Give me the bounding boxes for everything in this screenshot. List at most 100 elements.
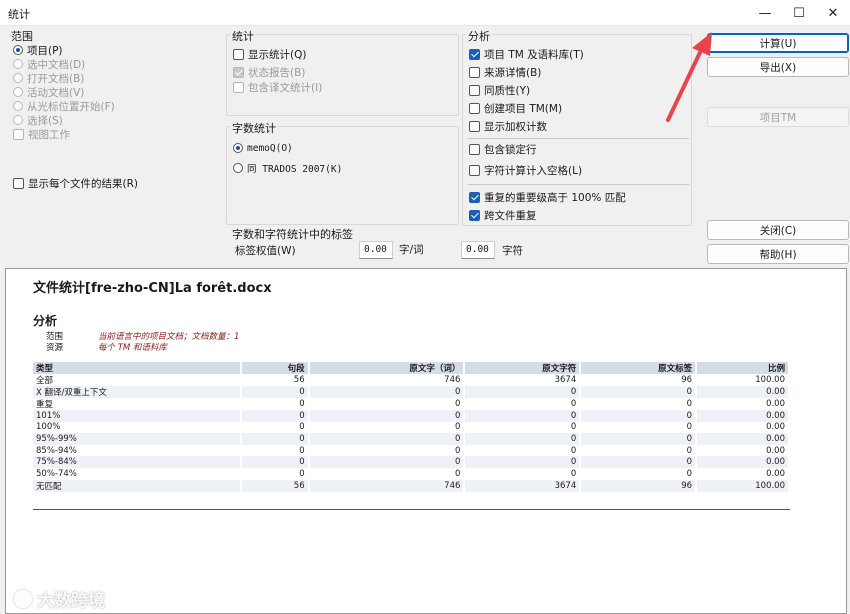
- table-cell: 0: [240, 398, 310, 410]
- table-cell: X 翻译/双重上下文: [33, 386, 242, 398]
- report-panel[interactable]: 文件统计[fre-zho-CN]La forêt.docx 分析 范围 当前语言…: [5, 268, 847, 614]
- analysis-count-spaces-checkbox[interactable]: 字符计算计入空格(L): [469, 163, 582, 177]
- table-cell: 0: [240, 456, 310, 468]
- table-header-row: 类型 句段 原文字（词） 原文字符 原文标签 比例: [33, 362, 790, 374]
- view-work-checkbox[interactable]: 视图工作: [13, 127, 70, 141]
- col-source-words: 原文字（词）: [308, 362, 466, 374]
- scope-option-open-docs[interactable]: 打开文档(B): [13, 71, 84, 85]
- help-button[interactable]: 帮助(H): [707, 244, 849, 264]
- table-cell: 0.00: [696, 433, 790, 445]
- tag-weight-unit: 字/词: [399, 244, 424, 256]
- analysis-cross-file-repetition-checkbox[interactable]: 跨文件重复: [469, 208, 537, 222]
- scope-option-project[interactable]: 项目(P): [13, 43, 63, 57]
- table-cell: 0: [580, 444, 698, 457]
- checkbox-view-work-icon[interactable]: [13, 128, 24, 140]
- show-stats-checkbox[interactable]: 显示统计(Q): [233, 47, 306, 61]
- tag-char-unit: 字符: [502, 245, 523, 257]
- table-cell: 0.00: [696, 386, 790, 398]
- col-source-chars: 原文字符: [464, 362, 582, 374]
- radio-open-docs-icon[interactable]: [13, 73, 23, 83]
- analysis-source-details-checkbox[interactable]: 来源详情(B): [469, 65, 541, 79]
- analysis-create-tm-checkbox[interactable]: 创建项目 TM(M): [469, 101, 562, 115]
- wordcount-memoq-radio[interactable]: memoQ(O): [233, 141, 293, 155]
- calculate-button[interactable]: 计算(U): [707, 33, 849, 53]
- checkbox-per-file-icon[interactable]: [13, 177, 24, 189]
- tags-title: 字数和字符统计中的标签: [230, 226, 355, 242]
- table-cell: 746: [308, 479, 466, 492]
- checkbox-locked-rows-icon[interactable]: [469, 143, 480, 155]
- tag-char-input[interactable]: 0.00: [461, 241, 495, 259]
- analysis-homogeneity-checkbox[interactable]: 同质性(Y): [469, 83, 530, 97]
- include-translated-checkbox[interactable]: 包含译文统计(I): [233, 80, 322, 94]
- checkbox-project-tm-icon[interactable]: [469, 48, 480, 60]
- table-cell: 56: [240, 479, 310, 492]
- table-row: 重复 0 0 0 0 0.00: [33, 398, 790, 410]
- checkbox-status-report-icon[interactable]: [233, 66, 244, 78]
- close-window-icon[interactable]: ✕: [816, 0, 850, 26]
- checkbox-repetition-priority-icon[interactable]: [469, 191, 480, 203]
- table-cell: 全部: [33, 374, 242, 386]
- table-cell: 0: [308, 398, 466, 410]
- analysis-weighted-count-checkbox[interactable]: 显示加权计数: [469, 119, 547, 133]
- radio-project-icon[interactable]: [13, 45, 23, 55]
- table-cell: 0: [580, 398, 698, 410]
- radio-selection-icon[interactable]: [13, 115, 23, 125]
- table-cell: 0: [580, 467, 698, 480]
- table-cell: 0: [240, 386, 310, 398]
- wordcount-trados-radio[interactable]: 同 TRADOS 2007(K): [233, 161, 342, 175]
- analysis-project-tm-checkbox[interactable]: 项目 TM 及语料库(T): [469, 47, 584, 61]
- window-title: 统计: [8, 8, 30, 21]
- scope-option-selected-docs[interactable]: 选中文档(D): [13, 57, 85, 71]
- table-cell: 0.00: [696, 410, 790, 422]
- scope-option-active-doc[interactable]: 活动文档(V): [13, 85, 84, 99]
- table-row: 100% 0 0 0 0 0.00: [33, 421, 790, 434]
- analysis-locked-rows-checkbox[interactable]: 包含锁定行: [469, 142, 537, 156]
- radio-memoq-icon[interactable]: [233, 143, 243, 153]
- checkbox-weighted-count-icon[interactable]: [469, 120, 480, 132]
- radio-trados-icon[interactable]: [233, 163, 243, 173]
- table-cell: 无匹配: [33, 479, 242, 492]
- table-row: 95%-99% 0 0 0 0 0.00: [33, 433, 790, 445]
- table-cell: 3674: [464, 479, 582, 492]
- watermark-icon: [14, 589, 32, 608]
- table-cell: 0: [308, 456, 466, 468]
- checkbox-source-details-icon[interactable]: [469, 66, 480, 78]
- project-tm-button[interactable]: 项目TM: [707, 107, 849, 127]
- title-bar: 统计 — ☐ ✕: [0, 0, 850, 26]
- analysis-repetition-priority-checkbox[interactable]: 重复的重要级高于 100% 匹配: [469, 190, 626, 204]
- tag-weight-input[interactable]: 0.00: [359, 241, 393, 259]
- checkbox-count-spaces-icon[interactable]: [469, 164, 480, 176]
- radio-selected-docs-icon[interactable]: [13, 59, 23, 69]
- table-cell: 75%-84%: [33, 456, 242, 468]
- table-row: X 翻译/双重上下文 0 0 0 0 0.00: [33, 386, 790, 398]
- table-cell: 0: [240, 467, 310, 480]
- report-divider: [33, 509, 790, 510]
- table-cell: 100%: [33, 421, 242, 434]
- table-cell: 3674: [464, 374, 582, 386]
- per-file-results-checkbox[interactable]: 显示每个文件的结果(R): [13, 176, 138, 190]
- export-button[interactable]: 导出(X): [707, 57, 849, 77]
- table-cell: 0.00: [696, 444, 790, 457]
- minimize-icon[interactable]: —: [748, 0, 782, 26]
- col-type: 类型: [33, 362, 242, 374]
- status-report-checkbox[interactable]: 状态报告(B): [233, 65, 305, 79]
- table-cell: 0: [464, 433, 582, 445]
- checkbox-cross-file-icon[interactable]: [469, 209, 480, 221]
- table-cell: 95%-99%: [33, 433, 242, 445]
- radio-active-doc-icon[interactable]: [13, 87, 23, 97]
- table-cell: 0: [240, 433, 310, 445]
- checkbox-create-tm-icon[interactable]: [469, 102, 480, 114]
- radio-from-cursor-icon[interactable]: [13, 101, 23, 111]
- stats-table: 类型 句段 原文字（词） 原文字符 原文标签 比例 全部 56 746 3674 96 1…: [33, 362, 790, 492]
- maximize-icon[interactable]: ☐: [782, 0, 816, 26]
- scope-option-selection[interactable]: 选择(S): [13, 113, 63, 127]
- table-cell: 0: [308, 421, 466, 434]
- checkbox-homogeneity-icon[interactable]: [469, 84, 480, 96]
- close-button[interactable]: 关闭(C): [707, 220, 849, 240]
- checkbox-include-translated-icon[interactable]: [233, 81, 244, 93]
- checkbox-show-stats-icon[interactable]: [233, 48, 244, 60]
- table-cell: 0: [580, 456, 698, 468]
- table-cell: 100.00: [696, 479, 790, 492]
- scope-option-from-cursor[interactable]: 从光标位置开始(F): [13, 99, 115, 113]
- table-cell: 0: [580, 386, 698, 398]
